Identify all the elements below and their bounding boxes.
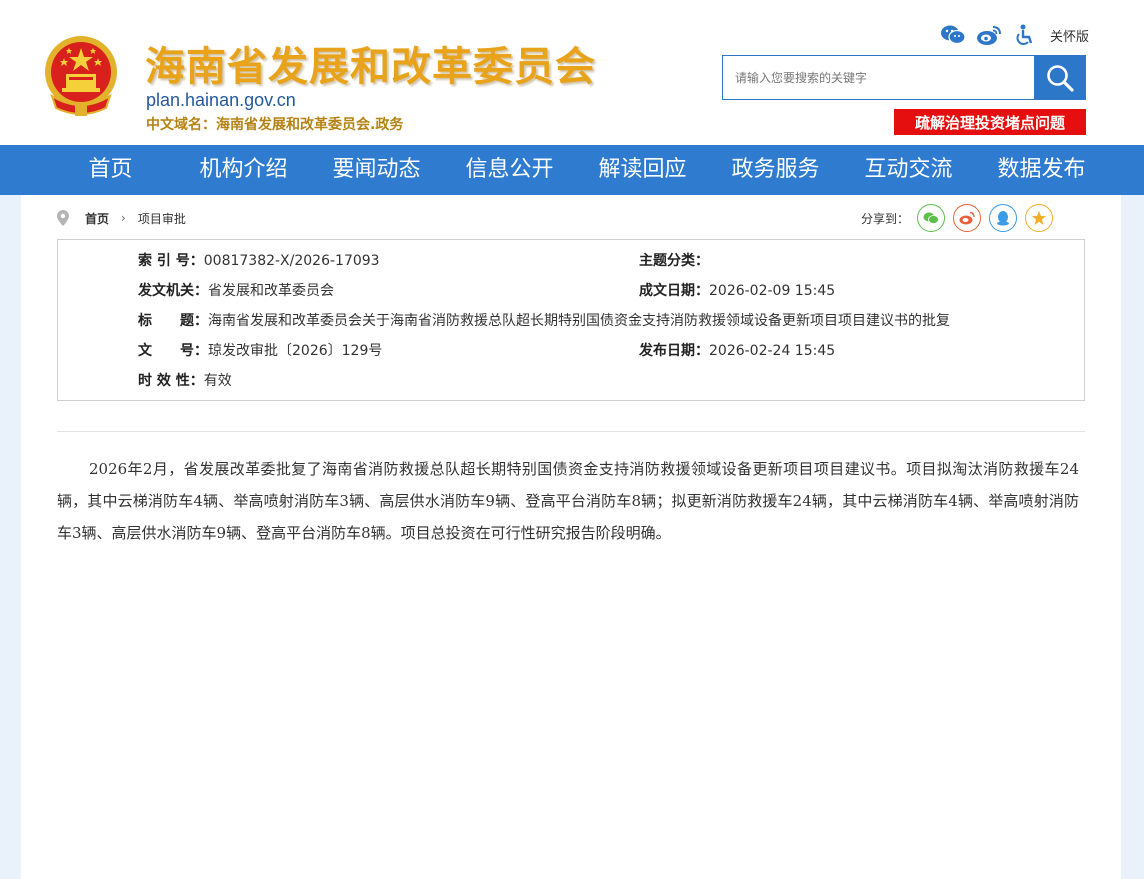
meta-docno: 文 号：琼发改审批〔2026〕129号 [138, 340, 382, 360]
meta-index-label: 索 引 号： [138, 253, 204, 269]
meta-pub-date: 发布日期：2026-02-24 15:45 [639, 340, 835, 360]
chevron-right-icon: › [121, 211, 126, 225]
wechat-icon[interactable] [940, 23, 966, 47]
share-bar: 分享到： [861, 204, 1054, 232]
search-input[interactable] [723, 56, 1034, 99]
meta-date-made-value: 2026-02-09 15:45 [709, 283, 836, 299]
share-qq-button[interactable] [989, 204, 1018, 232]
meta-title-label: 标 题： [138, 313, 208, 329]
breadcrumb-current[interactable]: 项目审批 [138, 210, 186, 227]
search-bar [722, 55, 1086, 100]
search-icon [1046, 64, 1074, 92]
meta-topic: 主题分类： [639, 250, 709, 270]
share-qzone-button[interactable] [1025, 204, 1054, 232]
nav-item-disclosure[interactable]: 信息公开 [443, 145, 576, 195]
meta-topic-label: 主题分类： [639, 253, 709, 269]
main-nav: 首页 机构介绍 要闻动态 信息公开 解读回应 政务服务 互动交流 数据发布 [0, 145, 1144, 195]
national-emblem-icon [45, 36, 117, 116]
nav-item-interpretation[interactable]: 解读回应 [576, 145, 709, 195]
document-meta-box: 索 引 号：00817382-X/2026-17093 主题分类： 发文机关：省… [57, 239, 1085, 401]
meta-docno-label: 文 号： [138, 343, 208, 359]
breadcrumb-home[interactable]: 首页 [85, 210, 109, 227]
weibo-icon [959, 211, 975, 225]
breadcrumb: 首页 › 项目审批 [57, 209, 186, 227]
meta-docno-value: 琼发改审批〔2026〕129号 [208, 343, 383, 359]
meta-date-made: 成文日期：2026-02-09 15:45 [639, 280, 835, 300]
content-divider [57, 431, 1085, 432]
meta-issuer-value: 省发展和改革委员会 [208, 283, 334, 299]
meta-index: 索 引 号：00817382-X/2026-17093 [138, 250, 380, 270]
search-button[interactable] [1034, 56, 1085, 99]
meta-date-made-label: 成文日期： [639, 283, 709, 299]
meta-pub-date-value: 2026-02-24 15:45 [709, 343, 836, 359]
share-weibo-button[interactable] [953, 204, 982, 232]
content-panel: 首页 › 项目审批 分享到： 索 引 号：00817382-X/2026-170… [21, 195, 1121, 879]
meta-validity-label: 时 效 性： [138, 373, 204, 389]
nav-item-news[interactable]: 要闻动态 [310, 145, 443, 195]
wechat-icon [923, 212, 939, 224]
site-cn-domain: 中文域名：海南省发展和改革委员会.政务 [146, 117, 404, 133]
meta-index-value: 00817382-X/2026-17093 [203, 253, 380, 269]
site-domain: plan.hainan.gov.cn [146, 90, 296, 110]
top-toolbar: 关怀版 [940, 22, 1089, 48]
nav-item-services[interactable]: 政务服务 [709, 145, 842, 195]
meta-title-value: 海南省发展和改革委员会关于海南省消防救援总队超长期特别国债资金支持消防救援领域设… [208, 313, 950, 329]
nav-item-interaction[interactable]: 互动交流 [842, 145, 975, 195]
nav-item-data[interactable]: 数据发布 [975, 145, 1108, 195]
qq-icon [997, 211, 1010, 226]
site-title: 海南省发展和改革委员会 [145, 43, 596, 90]
meta-validity: 时 效 性：有效 [138, 370, 232, 390]
site-header: 海南省发展和改革委员会 plan.hainan.gov.cn 中文域名：海南省发… [0, 0, 1144, 145]
meta-title: 标 题：海南省发展和改革委员会关于海南省消防救援总队超长期特别国债资金支持消防救… [138, 310, 950, 330]
share-wechat-button[interactable] [917, 204, 946, 232]
care-mode-link[interactable]: 关怀版 [1050, 26, 1089, 45]
weibo-icon[interactable] [976, 23, 1002, 47]
accessibility-icon[interactable] [1012, 23, 1038, 47]
article-body: 2026年2月，省发展改革委批复了海南省消防救援总队超长期特别国债资金支持消防救… [57, 460, 1079, 542]
issue-banner-link[interactable]: 疏解治理投资堵点问题 [894, 109, 1086, 135]
nav-item-about[interactable]: 机构介绍 [177, 145, 310, 195]
meta-issuer: 发文机关：省发展和改革委员会 [138, 280, 334, 300]
meta-issuer-label: 发文机关： [138, 283, 208, 299]
nav-item-home[interactable]: 首页 [44, 145, 177, 195]
location-pin-icon [57, 210, 69, 226]
meta-pub-date-label: 发布日期： [639, 343, 709, 359]
share-label: 分享到： [861, 211, 910, 226]
star-icon [1032, 211, 1047, 225]
meta-validity-value: 有效 [203, 373, 232, 389]
